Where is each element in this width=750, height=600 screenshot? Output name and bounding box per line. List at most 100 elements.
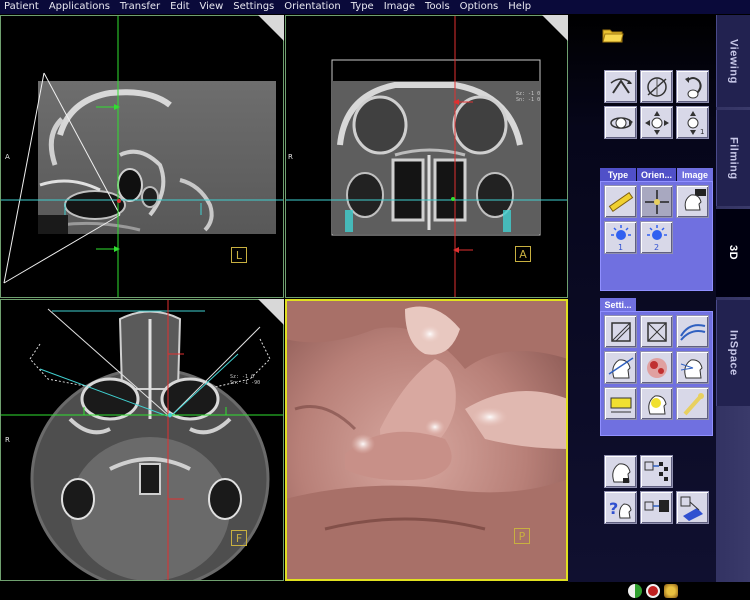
- coronal-orientation-box: A: [515, 246, 531, 262]
- label-tool-button[interactable]: [604, 387, 637, 420]
- ruler-tool-button[interactable]: [604, 185, 637, 218]
- user-status-icon[interactable]: [664, 584, 678, 598]
- head-shade-button[interactable]: [640, 387, 673, 420]
- svg-text:1: 1: [700, 128, 704, 136]
- light-2-button[interactable]: 2: [640, 221, 673, 254]
- fly-through-icon: [646, 76, 667, 97]
- zoom-hand-icon: 1: [687, 110, 704, 136]
- crosshair-icon: [644, 189, 669, 214]
- menu-image[interactable]: Image: [379, 0, 420, 14]
- rotate-hand-icon: [684, 76, 702, 98]
- head-profile-icon: [684, 188, 706, 210]
- layout-grid-icon: [644, 461, 668, 481]
- axial-orientation-label: R: [5, 436, 10, 444]
- help-button[interactable]: ?: [604, 491, 637, 524]
- curve-settings-button[interactable]: [676, 315, 709, 348]
- layout-grid-button[interactable]: [640, 455, 673, 488]
- control-panel: Viewing Filming 3D InSpace 1 Type Orien.…: [568, 15, 750, 582]
- axial-orientation-box: F: [231, 530, 247, 546]
- inspace-application: Patient Applications Transfer Edit View …: [0, 0, 750, 600]
- menu-help[interactable]: Help: [503, 0, 536, 14]
- color-map-button[interactable]: [640, 351, 673, 384]
- network-status-icon[interactable]: [628, 584, 642, 598]
- rotate-3d-button[interactable]: [604, 70, 637, 103]
- head-snapshot-button[interactable]: [604, 455, 637, 488]
- head-clip-button[interactable]: [604, 351, 637, 384]
- rotate-view-button[interactable]: [676, 70, 709, 103]
- axial-overlay-line-2: Sn: -1 -90: [230, 380, 261, 386]
- coronal-overlay-line-2: Sn: -1 0: [516, 97, 541, 103]
- menu-view[interactable]: View: [195, 0, 229, 14]
- tab-viewing-label: Viewing: [727, 38, 740, 84]
- layout-single-icon: [644, 499, 669, 512]
- viewport-corner-tab[interactable]: [258, 15, 284, 41]
- svg-text:?: ?: [609, 499, 618, 518]
- bone-view-button[interactable]: [676, 387, 709, 420]
- clip-box-icon: [610, 321, 631, 342]
- clip-cross-button[interactable]: [640, 315, 673, 348]
- rotate-3d-icon: [610, 77, 632, 94]
- bone-icon: [683, 392, 704, 415]
- menu-bar: Patient Applications Transfer Edit View …: [0, 0, 750, 14]
- head-snapshot-icon: [611, 462, 631, 483]
- pan-hand-icon: [644, 110, 669, 135]
- clip-box-button[interactable]: [604, 315, 637, 348]
- layout-single-button[interactable]: [640, 491, 673, 524]
- pan-button[interactable]: [640, 106, 673, 139]
- menu-type[interactable]: Type: [346, 0, 379, 14]
- ruler-icon: [608, 191, 633, 212]
- group-tab-type[interactable]: Type: [600, 168, 636, 181]
- menu-edit[interactable]: Edit: [165, 0, 194, 14]
- tab-viewing[interactable]: Viewing: [716, 15, 750, 107]
- coronal-orientation-label: R: [288, 153, 293, 161]
- curve-icon: [679, 323, 705, 341]
- menu-tools[interactable]: Tools: [420, 0, 455, 14]
- menu-applications[interactable]: Applications: [44, 0, 115, 14]
- clip-cross-icon: [646, 321, 667, 342]
- menu-orientation[interactable]: Orientation: [279, 0, 345, 14]
- light-1-label: 1: [618, 243, 623, 252]
- status-bar: [0, 582, 750, 600]
- tab-inspace-label: InSpace: [727, 330, 740, 376]
- color-map-icon: [646, 357, 667, 378]
- tab-3d[interactable]: 3D: [716, 209, 750, 297]
- export-icon: [680, 496, 703, 521]
- head-clip-icon: [608, 356, 633, 378]
- head-view-button[interactable]: [676, 185, 709, 218]
- zoom-button[interactable]: 1: [676, 106, 709, 139]
- sagittal-viewport[interactable]: A L: [0, 15, 284, 298]
- orbit-hand-icon: [609, 116, 633, 129]
- head-light-button[interactable]: [676, 351, 709, 384]
- menu-options[interactable]: Options: [455, 0, 504, 14]
- tab-inspace[interactable]: InSpace: [716, 300, 750, 406]
- volume-render-viewport[interactable]: P: [285, 299, 568, 581]
- tab-filming-label: Filming: [727, 136, 740, 180]
- volume-orientation-box: P: [514, 528, 530, 544]
- fly-through-button[interactable]: [640, 70, 673, 103]
- folder-open-icon[interactable]: [602, 27, 624, 43]
- recording-status-icon[interactable]: [646, 584, 660, 598]
- group-tab-orientation[interactable]: Orien...: [637, 168, 676, 181]
- orbit-button[interactable]: [604, 106, 637, 139]
- head-light-icon: [680, 358, 703, 378]
- viewport-corner-tab[interactable]: [258, 299, 284, 325]
- group-tab-settings[interactable]: Setti...: [600, 298, 636, 311]
- coronal-viewport[interactable]: R Sz: -1 0 Sn: -1 0 A: [285, 15, 568, 298]
- tab-filming[interactable]: Filming: [716, 110, 750, 206]
- axial-viewport[interactable]: R Sz: -1 0 Sn: -1 -90 F: [0, 299, 284, 581]
- label-icon: [610, 397, 631, 412]
- light-source-icon: 1: [610, 224, 631, 252]
- menu-patient[interactable]: Patient: [0, 0, 44, 14]
- menu-transfer[interactable]: Transfer: [115, 0, 165, 14]
- export-button[interactable]: [676, 491, 709, 524]
- menu-settings[interactable]: Settings: [228, 0, 279, 14]
- group-tab-image[interactable]: Image: [677, 168, 713, 181]
- viewport-corner-tab[interactable]: [542, 15, 568, 41]
- light-1-button[interactable]: 1: [604, 221, 637, 254]
- head-shade-icon: [647, 394, 667, 414]
- light-source-icon: 2: [646, 224, 667, 252]
- tab-3d-label: 3D: [727, 245, 739, 261]
- help-icon: ?: [609, 499, 632, 518]
- crosshair-tool-button[interactable]: [640, 185, 673, 218]
- light-2-label: 2: [654, 243, 659, 252]
